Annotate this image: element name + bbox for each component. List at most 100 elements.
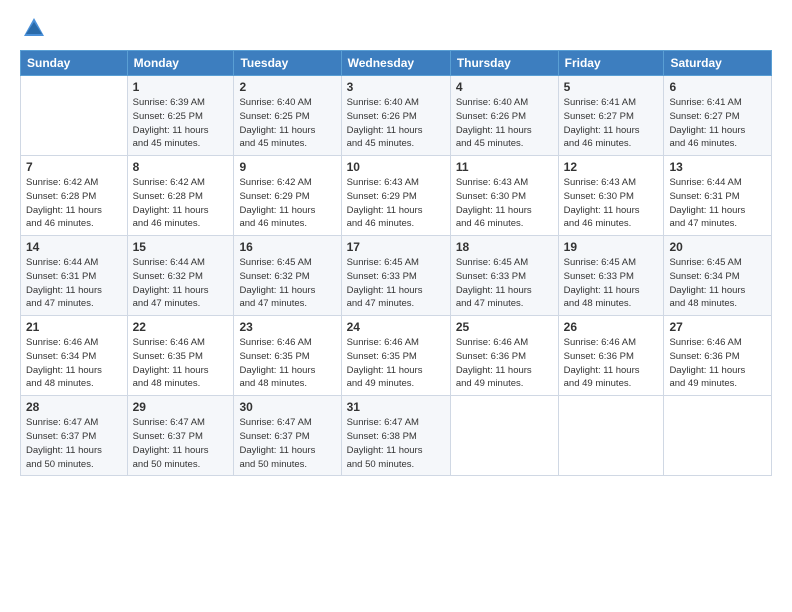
day-cell: 14 Sunrise: 6:44 AM Sunset: 6:31 PM Dayli… xyxy=(21,236,128,316)
day-cell: 27 Sunrise: 6:46 AM Sunset: 6:36 PM Dayli… xyxy=(664,316,772,396)
day-cell: 28 Sunrise: 6:47 AM Sunset: 6:37 PM Dayli… xyxy=(21,396,128,476)
day-number: 15 xyxy=(133,240,229,254)
day-info: Sunrise: 6:46 AM Sunset: 6:34 PM Dayligh… xyxy=(26,336,122,391)
day-info: Sunrise: 6:43 AM Sunset: 6:30 PM Dayligh… xyxy=(564,176,659,231)
day-info: Sunrise: 6:41 AM Sunset: 6:27 PM Dayligh… xyxy=(669,96,766,151)
day-info: Sunrise: 6:45 AM Sunset: 6:33 PM Dayligh… xyxy=(564,256,659,311)
day-cell: 7 Sunrise: 6:42 AM Sunset: 6:28 PM Daylig… xyxy=(21,156,128,236)
day-header-sunday: Sunday xyxy=(21,51,128,76)
day-number: 25 xyxy=(456,320,553,334)
day-header-monday: Monday xyxy=(127,51,234,76)
day-number: 24 xyxy=(347,320,445,334)
day-info: Sunrise: 6:43 AM Sunset: 6:30 PM Dayligh… xyxy=(456,176,553,231)
day-cell: 20 Sunrise: 6:45 AM Sunset: 6:34 PM Dayli… xyxy=(664,236,772,316)
day-cell: 22 Sunrise: 6:46 AM Sunset: 6:35 PM Dayli… xyxy=(127,316,234,396)
day-info: Sunrise: 6:42 AM Sunset: 6:29 PM Dayligh… xyxy=(239,176,335,231)
day-info: Sunrise: 6:41 AM Sunset: 6:27 PM Dayligh… xyxy=(564,96,659,151)
day-number: 28 xyxy=(26,400,122,414)
day-cell: 18Sunrise: 6:45 AM Sunset: 6:33 PM Dayli… xyxy=(450,236,558,316)
day-info: Sunrise: 6:45 AM Sunset: 6:34 PM Dayligh… xyxy=(669,256,766,311)
day-cell: 29Sunrise: 6:47 AM Sunset: 6:37 PM Dayli… xyxy=(127,396,234,476)
day-cell: 31Sunrise: 6:47 AM Sunset: 6:38 PM Dayli… xyxy=(341,396,450,476)
day-info: Sunrise: 6:39 AM Sunset: 6:25 PM Dayligh… xyxy=(133,96,229,151)
logo-icon xyxy=(22,16,46,40)
day-info: Sunrise: 6:46 AM Sunset: 6:35 PM Dayligh… xyxy=(133,336,229,391)
day-cell xyxy=(664,396,772,476)
day-cell: 13Sunrise: 6:44 AM Sunset: 6:31 PM Dayli… xyxy=(664,156,772,236)
day-cell: 16 Sunrise: 6:45 AM Sunset: 6:32 PM Dayli… xyxy=(234,236,341,316)
day-number: 5 xyxy=(564,80,659,94)
day-cell: 24 Sunrise: 6:46 AM Sunset: 6:35 PM Dayli… xyxy=(341,316,450,396)
day-number: 23 xyxy=(239,320,335,334)
day-cell: 10 Sunrise: 6:43 AM Sunset: 6:29 PM Dayli… xyxy=(341,156,450,236)
day-header-friday: Friday xyxy=(558,51,664,76)
day-info: Sunrise: 6:46 AM Sunset: 6:36 PM Dayligh… xyxy=(564,336,659,391)
day-cell: 8Sunrise: 6:42 AM Sunset: 6:28 PM Daylig… xyxy=(127,156,234,236)
day-cell: 21 Sunrise: 6:46 AM Sunset: 6:34 PM Dayli… xyxy=(21,316,128,396)
day-info: Sunrise: 6:40 AM Sunset: 6:26 PM Dayligh… xyxy=(456,96,553,151)
day-number: 3 xyxy=(347,80,445,94)
day-info: Sunrise: 6:46 AM Sunset: 6:36 PM Dayligh… xyxy=(669,336,766,391)
day-number: 19 xyxy=(564,240,659,254)
calendar-table: SundayMondayTuesdayWednesdayThursdayFrid… xyxy=(20,50,772,476)
day-number: 14 xyxy=(26,240,122,254)
day-number: 10 xyxy=(347,160,445,174)
day-info: Sunrise: 6:42 AM Sunset: 6:28 PM Dayligh… xyxy=(133,176,229,231)
day-cell xyxy=(558,396,664,476)
header xyxy=(20,16,772,40)
day-number: 27 xyxy=(669,320,766,334)
day-cell xyxy=(450,396,558,476)
day-cell: 25 Sunrise: 6:46 AM Sunset: 6:36 PM Dayli… xyxy=(450,316,558,396)
day-number: 4 xyxy=(456,80,553,94)
day-cell: 15 Sunrise: 6:44 AM Sunset: 6:32 PM Dayli… xyxy=(127,236,234,316)
page: SundayMondayTuesdayWednesdayThursdayFrid… xyxy=(0,0,792,612)
day-number: 2 xyxy=(239,80,335,94)
day-number: 17 xyxy=(347,240,445,254)
day-number: 31 xyxy=(347,400,445,414)
day-info: Sunrise: 6:47 AM Sunset: 6:37 PM Dayligh… xyxy=(26,416,122,471)
day-cell: 19 Sunrise: 6:45 AM Sunset: 6:33 PM Dayli… xyxy=(558,236,664,316)
week-row-1: 1 Sunrise: 6:39 AM Sunset: 6:25 PM Daylig… xyxy=(21,76,772,156)
day-cell: 17 Sunrise: 6:45 AM Sunset: 6:33 PM Dayli… xyxy=(341,236,450,316)
day-number: 7 xyxy=(26,160,122,174)
day-cell: 30 Sunrise: 6:47 AM Sunset: 6:37 PM Dayli… xyxy=(234,396,341,476)
day-info: Sunrise: 6:47 AM Sunset: 6:37 PM Dayligh… xyxy=(133,416,229,471)
day-info: Sunrise: 6:46 AM Sunset: 6:35 PM Dayligh… xyxy=(347,336,445,391)
day-number: 22 xyxy=(133,320,229,334)
day-cell: 23 Sunrise: 6:46 AM Sunset: 6:35 PM Dayli… xyxy=(234,316,341,396)
day-cell: 6Sunrise: 6:41 AM Sunset: 6:27 PM Daylig… xyxy=(664,76,772,156)
week-row-5: 28 Sunrise: 6:47 AM Sunset: 6:37 PM Dayli… xyxy=(21,396,772,476)
week-row-4: 21 Sunrise: 6:46 AM Sunset: 6:34 PM Dayli… xyxy=(21,316,772,396)
calendar-header-row: SundayMondayTuesdayWednesdayThursdayFrid… xyxy=(21,51,772,76)
day-info: Sunrise: 6:40 AM Sunset: 6:25 PM Dayligh… xyxy=(239,96,335,151)
day-info: Sunrise: 6:44 AM Sunset: 6:31 PM Dayligh… xyxy=(26,256,122,311)
day-info: Sunrise: 6:45 AM Sunset: 6:33 PM Dayligh… xyxy=(456,256,553,311)
day-header-thursday: Thursday xyxy=(450,51,558,76)
week-row-3: 14 Sunrise: 6:44 AM Sunset: 6:31 PM Dayli… xyxy=(21,236,772,316)
day-cell: 11 Sunrise: 6:43 AM Sunset: 6:30 PM Dayli… xyxy=(450,156,558,236)
day-info: Sunrise: 6:44 AM Sunset: 6:32 PM Dayligh… xyxy=(133,256,229,311)
day-info: Sunrise: 6:40 AM Sunset: 6:26 PM Dayligh… xyxy=(347,96,445,151)
day-number: 16 xyxy=(239,240,335,254)
day-number: 30 xyxy=(239,400,335,414)
day-info: Sunrise: 6:47 AM Sunset: 6:37 PM Dayligh… xyxy=(239,416,335,471)
day-number: 20 xyxy=(669,240,766,254)
day-header-saturday: Saturday xyxy=(664,51,772,76)
day-info: Sunrise: 6:43 AM Sunset: 6:29 PM Dayligh… xyxy=(347,176,445,231)
day-cell: 26Sunrise: 6:46 AM Sunset: 6:36 PM Dayli… xyxy=(558,316,664,396)
day-cell: 3 Sunrise: 6:40 AM Sunset: 6:26 PM Daylig… xyxy=(341,76,450,156)
day-info: Sunrise: 6:46 AM Sunset: 6:36 PM Dayligh… xyxy=(456,336,553,391)
day-cell: 5 Sunrise: 6:41 AM Sunset: 6:27 PM Daylig… xyxy=(558,76,664,156)
day-info: Sunrise: 6:45 AM Sunset: 6:32 PM Dayligh… xyxy=(239,256,335,311)
day-number: 21 xyxy=(26,320,122,334)
day-number: 1 xyxy=(133,80,229,94)
day-info: Sunrise: 6:45 AM Sunset: 6:33 PM Dayligh… xyxy=(347,256,445,311)
day-cell: 9Sunrise: 6:42 AM Sunset: 6:29 PM Daylig… xyxy=(234,156,341,236)
day-info: Sunrise: 6:42 AM Sunset: 6:28 PM Dayligh… xyxy=(26,176,122,231)
day-cell: 12Sunrise: 6:43 AM Sunset: 6:30 PM Dayli… xyxy=(558,156,664,236)
day-info: Sunrise: 6:46 AM Sunset: 6:35 PM Dayligh… xyxy=(239,336,335,391)
day-header-tuesday: Tuesday xyxy=(234,51,341,76)
day-header-wednesday: Wednesday xyxy=(341,51,450,76)
day-number: 11 xyxy=(456,160,553,174)
logo xyxy=(20,16,46,40)
